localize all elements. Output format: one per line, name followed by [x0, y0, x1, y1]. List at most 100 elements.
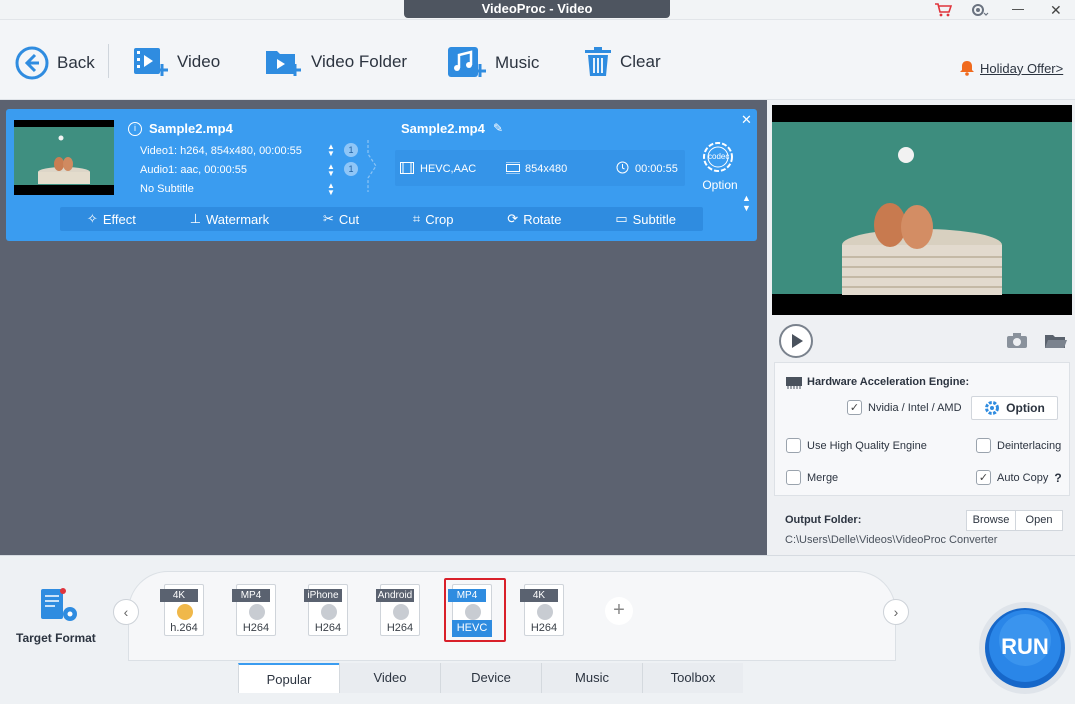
format-top-label: Android	[376, 589, 414, 602]
add-format-icon[interactable]: +	[605, 597, 633, 625]
codec-option-button[interactable]: Option	[700, 178, 740, 192]
format-preset[interactable]: 4K H264	[520, 584, 566, 638]
tab-popular[interactable]: Popular	[238, 663, 339, 693]
hw-accel-title: Hardware Acceleration Engine:	[807, 376, 970, 388]
clear-label: Clear	[620, 52, 661, 71]
target-format-label: Target Format	[16, 631, 96, 645]
format-preset[interactable]: iPhone H264	[304, 584, 350, 638]
move-down-icon[interactable]: ▼	[742, 203, 751, 213]
target-format-icon[interactable]	[40, 588, 80, 624]
watermark-button[interactable]: ⊥ Watermark	[190, 211, 269, 227]
subtitle-select[interactable]: ▲ ▼	[327, 182, 335, 197]
format-top-label: iPhone	[304, 589, 342, 602]
carousel-prev-icon[interactable]: ‹	[113, 599, 139, 625]
format-icon	[537, 604, 553, 620]
format-bottom-label: H264	[386, 622, 414, 634]
merge-check-box[interactable]	[786, 470, 801, 485]
auto-copy-help-icon[interactable]: ?	[1054, 471, 1061, 485]
format-preset[interactable]: 4K h.264	[160, 584, 206, 638]
tab-device[interactable]: Device	[440, 663, 541, 693]
format-bottom-label: H264	[530, 622, 558, 634]
tab-music[interactable]: Music	[541, 663, 642, 693]
tab-toolbox[interactable]: Toolbox	[642, 663, 743, 693]
video-add-icon	[134, 48, 168, 76]
video-track-select[interactable]: ▲ ▼	[327, 143, 335, 158]
audio-track-select[interactable]: ▲ ▼	[327, 163, 335, 178]
rotate-button[interactable]: ⟳ Rotate	[507, 211, 561, 227]
crop-button[interactable]: ⌗ Crop	[413, 211, 454, 227]
open-button[interactable]: Open	[1015, 510, 1063, 531]
merge-checkbox[interactable]: Merge	[786, 470, 838, 485]
move-up-icon[interactable]: ▲	[742, 193, 751, 203]
settings-gear-icon[interactable]	[970, 2, 990, 18]
holiday-offer-link[interactable]: Holiday Offer>	[960, 60, 1063, 76]
bell-icon	[960, 61, 974, 76]
back-label: Back	[57, 53, 95, 72]
toolbar-divider	[108, 44, 109, 78]
run-label: RUN	[1001, 634, 1049, 659]
snapshot-camera-icon[interactable]	[1006, 333, 1028, 349]
close-window-icon[interactable]: ✕	[1050, 3, 1062, 17]
format-top-label: 4K	[160, 589, 198, 602]
deinterlacing-checkbox[interactable]: Deinterlacing	[976, 438, 1061, 453]
format-icon	[393, 604, 409, 620]
output-resolution: 854x480	[525, 163, 568, 175]
deinterlacing-check-box[interactable]	[976, 438, 991, 453]
add-video-folder-button[interactable]: Video Folder	[265, 46, 407, 78]
nvidia-check-box[interactable]: ✓	[847, 400, 862, 415]
clear-button[interactable]: Clear	[584, 46, 661, 78]
high-quality-checkbox[interactable]: Use High Quality Engine	[786, 438, 927, 453]
format-top-label: MP4	[448, 589, 486, 602]
minimize-icon[interactable]	[1012, 9, 1024, 10]
format-icon	[177, 604, 193, 620]
folder-add-icon	[266, 51, 301, 76]
video-thumbnail[interactable]	[14, 120, 114, 195]
info-icon[interactable]: i	[128, 122, 142, 136]
auto-copy-checkbox[interactable]: ✓ Auto Copy ?	[976, 470, 1062, 485]
remove-item-icon[interactable]: ✕	[741, 112, 752, 128]
back-button[interactable]: Back	[15, 46, 95, 80]
clock-icon	[616, 161, 629, 174]
output-filename: Sample2.mp4	[401, 121, 485, 136]
format-preset[interactable]: MP4 H264	[232, 584, 278, 638]
holiday-offer-label: Holiday Offer>	[980, 60, 1064, 76]
chip-icon	[785, 375, 803, 389]
cart-icon[interactable]	[934, 3, 952, 17]
tab-video[interactable]: Video	[339, 663, 440, 693]
run-button[interactable]: RUN	[975, 596, 1071, 696]
music-label: Music	[495, 53, 540, 72]
carousel-next-icon[interactable]: ›	[883, 599, 909, 625]
deinterlacing-label: Deinterlacing	[997, 439, 1062, 452]
rename-pencil-icon[interactable]: ✎	[493, 121, 503, 135]
cut-button[interactable]: ✂ Cut	[323, 211, 359, 227]
format-bottom-label: HEVC	[452, 620, 492, 637]
format-bottom-label: H264	[242, 622, 270, 634]
scissors-icon: ✂	[322, 211, 334, 226]
crop-icon: ⌗	[412, 211, 421, 226]
format-bottom-label: h.264	[170, 622, 198, 634]
magic-wand-icon: ✧	[86, 211, 98, 226]
film-icon	[400, 162, 414, 174]
video-track-info: Video1: h264, 854x480, 00:00:55	[140, 145, 302, 157]
hw-option-button[interactable]: Option	[971, 396, 1058, 420]
subtitle-button[interactable]: ▭ Subtitle	[615, 211, 676, 227]
nvidia-checkbox[interactable]: ✓ Nvidia / Intel / AMD	[847, 400, 962, 415]
play-button[interactable]	[779, 324, 813, 358]
browse-button[interactable]: Browse	[966, 510, 1016, 531]
add-video-button[interactable]: Video	[133, 46, 220, 78]
input-filename: Sample2.mp4	[149, 121, 233, 136]
nvidia-label: Nvidia / Intel / AMD	[868, 401, 962, 414]
trash-icon	[585, 47, 611, 76]
format-preset-selected[interactable]: MP4 HEVC	[448, 584, 494, 638]
output-duration: 00:00:55	[635, 163, 678, 175]
open-folder-icon[interactable]	[1044, 333, 1068, 349]
audio-track-info: Audio1: aac, 00:00:55	[140, 164, 248, 176]
effect-button[interactable]: ✧ Effect	[87, 211, 136, 227]
add-music-button[interactable]: Music	[447, 46, 539, 80]
auto-copy-check-box[interactable]: ✓	[976, 470, 991, 485]
format-icon	[249, 604, 265, 620]
format-preset[interactable]: Android H264	[376, 584, 422, 638]
video-preview[interactable]	[772, 105, 1072, 315]
high-quality-check-box[interactable]	[786, 438, 801, 453]
output-codec: HEVC,AAC	[420, 163, 477, 175]
